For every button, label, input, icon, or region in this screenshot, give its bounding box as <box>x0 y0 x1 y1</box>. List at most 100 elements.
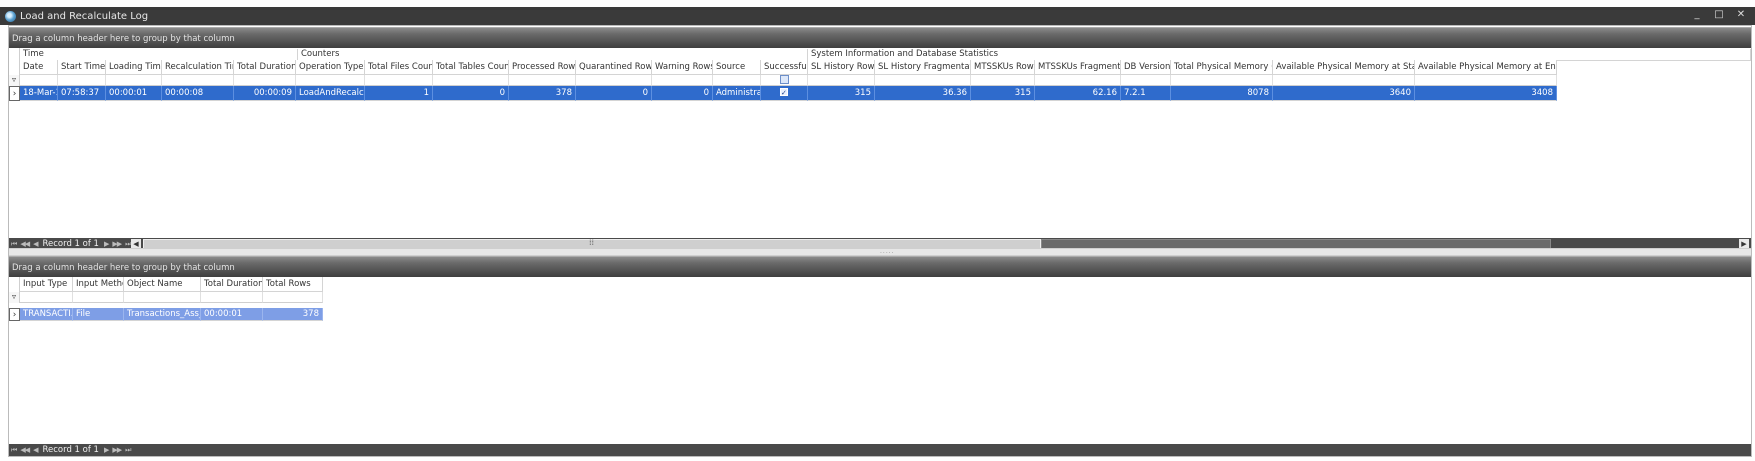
last-record-button[interactable]: ⏭ <box>123 446 132 455</box>
column-header-db-version[interactable]: DB Version <box>1121 60 1171 75</box>
filter-cell-object-name[interactable] <box>124 292 201 303</box>
cell-processed-rows[interactable]: 378 <box>509 86 576 101</box>
column-header-total-rows[interactable]: Total Rows <box>263 277 323 292</box>
group-by-panel[interactable]: Drag a column header here to group by th… <box>9 27 1751 48</box>
filter-cell-available-physical-memory-at-start-mb[interactable] <box>1273 75 1415 86</box>
detail-filter-row-icon[interactable]: ▿ <box>9 292 20 303</box>
cell-total-duration[interactable]: 00:00:09 <box>234 86 296 101</box>
column-header-recalculation-time[interactable]: Recalculation Time <box>162 60 234 75</box>
previous-page-button[interactable]: ◀◀ <box>18 240 31 248</box>
cell-input-method[interactable]: File <box>73 308 124 321</box>
cell-recalculation-time[interactable]: 00:00:08 <box>162 86 234 101</box>
filter-cell-total-files-count[interactable] <box>365 75 433 86</box>
cell-total-duration[interactable]: 00:00:01 <box>201 308 263 321</box>
cell-operation-type[interactable]: LoadAndRecalculate <box>296 86 365 101</box>
cell-successful[interactable] <box>761 86 808 101</box>
filter-cell-quarantined-rows[interactable] <box>576 75 652 86</box>
cell-total-tables-count[interactable]: 0 <box>433 86 509 101</box>
column-header-processed-rows[interactable]: Processed Rows <box>509 60 576 75</box>
column-header-input-type[interactable]: Input Type <box>20 277 73 292</box>
filter-cell-total-rows[interactable] <box>263 292 323 303</box>
filter-cell-total-duration[interactable] <box>234 75 296 86</box>
filter-cell-operation-type[interactable] <box>296 75 365 86</box>
grid-splitter[interactable]: ····· <box>9 248 1751 257</box>
column-header-total-tables-count[interactable]: Total Tables Count <box>433 60 509 75</box>
column-header-available-physical-memory-at-end-mb[interactable]: Available Physical Memory at End (MB) <box>1415 60 1557 75</box>
column-header-mtsskus-fragmentation[interactable]: MTSSKUs Fragmentation <box>1035 60 1121 75</box>
next-record-button[interactable]: ▶ <box>102 240 110 248</box>
filter-cell-successful[interactable] <box>761 75 808 86</box>
column-header-sl-history-fragmentation[interactable]: SL History Fragmentation <box>875 60 971 75</box>
filter-cell-available-physical-memory-at-end-mb[interactable] <box>1415 75 1557 86</box>
next-page-button[interactable]: ▶▶ <box>110 446 123 454</box>
column-header-sl-history-rows[interactable]: SL History Rows <box>808 60 875 75</box>
filter-cell-loading-time[interactable] <box>106 75 162 86</box>
filter-cell-total-duration[interactable] <box>201 292 263 303</box>
cell-available-physical-memory-at-end-mb[interactable]: 3408 <box>1415 86 1557 101</box>
column-header-operation-type[interactable]: Operation Type <box>296 60 365 75</box>
filter-cell-input-method[interactable] <box>73 292 124 303</box>
cell-date[interactable]: 18-Mar-12 <box>20 86 58 101</box>
column-header-warning-rows[interactable]: Warning Rows <box>652 60 713 75</box>
cell-mtsskus-fragmentation[interactable]: 62.16 <box>1035 86 1121 101</box>
previous-record-button[interactable]: ◀ <box>31 240 39 248</box>
column-header-available-physical-memory-at-start-mb[interactable]: Available Physical Memory at Start (MB) <box>1273 60 1415 75</box>
column-header-object-name[interactable]: Object Name <box>124 277 201 292</box>
cell-available-physical-memory-at-start-mb[interactable]: 3640 <box>1273 86 1415 101</box>
column-header-successful[interactable]: Successful <box>761 60 808 75</box>
column-header-source[interactable]: Source <box>713 60 761 75</box>
cell-total-rows[interactable]: 378 <box>263 308 323 321</box>
column-header-total-files-count[interactable]: Total Files Count <box>365 60 433 75</box>
filter-cell-mtsskus-rows[interactable] <box>971 75 1035 86</box>
cell-total-physical-memory-mb[interactable]: 8078 <box>1171 86 1273 101</box>
column-header-start-time[interactable]: Start Time <box>58 60 106 75</box>
column-header-loading-time[interactable]: Loading Time <box>106 60 162 75</box>
filter-cell-date[interactable] <box>20 75 58 86</box>
column-header-date[interactable]: Date <box>20 60 58 75</box>
group-by-panel-details[interactable]: Drag a column header here to group by th… <box>9 256 1751 277</box>
column-header-mtsskus-rows[interactable]: MTSSKUs Rows <box>971 60 1035 75</box>
column-header-quarantined-rows[interactable]: Quarantined Rows <box>576 60 652 75</box>
cell-quarantined-rows[interactable]: 0 <box>576 86 652 101</box>
filter-checkbox-icon[interactable] <box>779 75 789 84</box>
filter-cell-mtsskus-fragmentation[interactable] <box>1035 75 1121 86</box>
column-header-total-duration[interactable]: Total Duration <box>234 60 296 75</box>
cell-total-files-count[interactable]: 1 <box>365 86 433 101</box>
filter-cell-sl-history-rows[interactable] <box>808 75 875 86</box>
column-header-input-method[interactable]: Input Method <box>73 277 124 292</box>
successful-checkbox-icon[interactable] <box>780 86 788 100</box>
filter-cell-source[interactable] <box>713 75 761 86</box>
filter-cell-input-type[interactable] <box>20 292 73 303</box>
filter-cell-recalculation-time[interactable] <box>162 75 234 86</box>
filter-cell-processed-rows[interactable] <box>509 75 576 86</box>
next-page-button[interactable]: ▶▶ <box>110 240 123 248</box>
first-record-button[interactable]: ⏮ <box>9 446 18 455</box>
cell-start-time[interactable]: 07:58:37 <box>58 86 106 101</box>
filter-cell-total-tables-count[interactable] <box>433 75 509 86</box>
next-record-button[interactable]: ▶ <box>102 446 110 454</box>
cell-db-version[interactable]: 7.2.1 <box>1121 86 1171 101</box>
cell-warning-rows[interactable]: 0 <box>652 86 713 101</box>
filter-cell-sl-history-fragmentation[interactable] <box>875 75 971 86</box>
filter-cell-start-time[interactable] <box>58 75 106 86</box>
filter-row-icon[interactable]: ▿ <box>9 75 20 86</box>
cell-object-name[interactable]: Transactions_Ass_S... <box>124 308 201 321</box>
minimize-button[interactable]: _ <box>1691 9 1703 20</box>
cell-input-type[interactable]: TRANSACTI... <box>20 308 73 321</box>
close-button[interactable]: ✕ <box>1735 9 1747 20</box>
cell-mtsskus-rows[interactable]: 315 <box>971 86 1035 101</box>
column-header-total-duration[interactable]: Total Duration <box>201 277 263 292</box>
cell-sl-history-fragmentation[interactable]: 36.36 <box>875 86 971 101</box>
filter-cell-total-physical-memory-mb[interactable] <box>1171 75 1273 86</box>
bottom-record-navigator: ⏮ ◀◀ ◀ Record 1 of 1 ▶ ▶▶ ⏭ <box>9 444 1751 456</box>
previous-page-button[interactable]: ◀◀ <box>18 446 31 454</box>
log-window-content: Drag a column header here to group by th… <box>8 25 1752 457</box>
cell-loading-time[interactable]: 00:00:01 <box>106 86 162 101</box>
previous-record-button[interactable]: ◀ <box>31 446 39 454</box>
maximize-button[interactable]: □ <box>1713 9 1725 20</box>
cell-sl-history-rows[interactable]: 315 <box>808 86 875 101</box>
filter-cell-warning-rows[interactable] <box>652 75 713 86</box>
filter-cell-db-version[interactable] <box>1121 75 1171 86</box>
cell-source[interactable]: Administrator <box>713 86 761 101</box>
column-header-total-physical-memory-mb[interactable]: Total Physical Memory (MB) <box>1171 60 1273 75</box>
